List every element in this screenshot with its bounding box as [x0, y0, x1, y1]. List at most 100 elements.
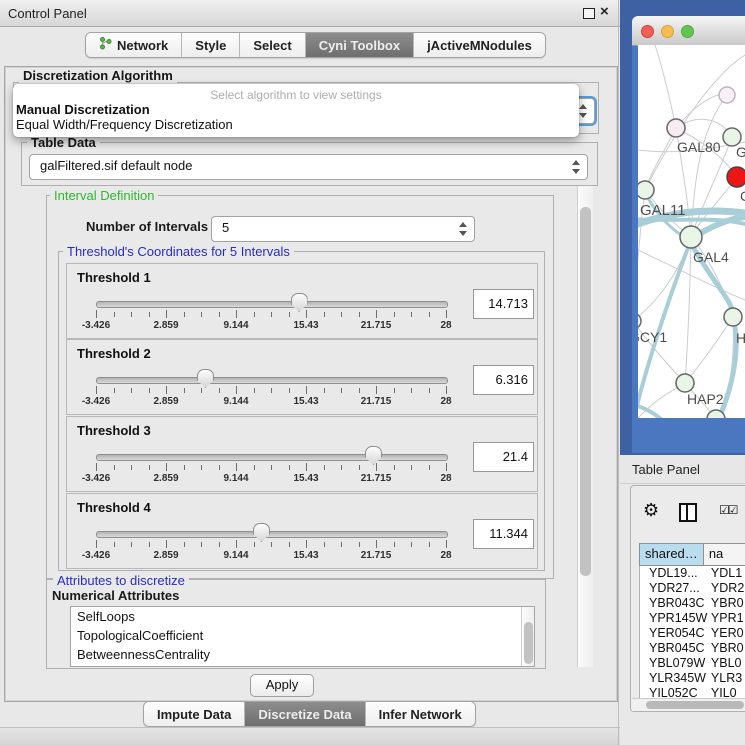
table-row[interactable]: YBR045CYBR0 [640, 641, 745, 656]
tick-mark [289, 465, 290, 470]
slider-track[interactable] [96, 377, 448, 384]
table-hscrollbar[interactable] [632, 698, 745, 711]
tick-label: 21.715 [351, 396, 401, 407]
table-row[interactable]: YER054CYER0 [640, 626, 745, 641]
table-row[interactable]: YBL079WYBL0 [640, 656, 745, 671]
tick-label: 28 [421, 473, 471, 484]
minimize-traffic-light-icon[interactable] [661, 25, 674, 38]
column-header-shared-name[interactable]: shared… [640, 544, 704, 565]
tick-mark [359, 542, 360, 547]
tick-mark [114, 465, 115, 470]
tick-label: 28 [421, 320, 471, 331]
tick-mark [429, 542, 430, 547]
table-row[interactable]: YDR27...YDR2 [640, 581, 745, 596]
network-node-h[interactable] [724, 308, 742, 326]
threshold-value-field[interactable]: 6.316 [473, 365, 534, 395]
threshold-value-field[interactable]: 14.713 [473, 289, 534, 319]
tab-infer-network[interactable]: Infer Network [366, 702, 475, 726]
combo-stepper-icon [458, 221, 467, 237]
tab-discretize-data[interactable]: Discretize Data [245, 702, 365, 726]
tick-label: 2.859 [141, 320, 191, 331]
slider-track[interactable] [96, 454, 448, 461]
tick-mark [131, 388, 132, 393]
network-node-gal11[interactable] [638, 181, 654, 199]
slider-thumb[interactable] [291, 293, 308, 312]
attributes-group: Attributes to discretize Numerical Attri… [46, 579, 546, 669]
number-of-intervals-value: 5 [212, 217, 474, 239]
number-of-intervals-combobox[interactable]: 5 [211, 216, 475, 242]
network-node-gal4[interactable] [680, 226, 702, 248]
network-node[interactable] [719, 87, 735, 103]
main-scrollbar-thumb[interactable] [580, 207, 591, 576]
list-item[interactable]: BetweennessCentrality [71, 645, 534, 664]
tab-jactivemnodules[interactable]: jActiveMNodules [414, 33, 545, 57]
column-header-name[interactable]: na [704, 544, 745, 565]
tab-style[interactable]: Style [182, 33, 240, 57]
table-data-label: Table Data [27, 135, 100, 150]
threshold-value-field[interactable]: 11.344 [473, 519, 534, 549]
list-scrollbar-thumb[interactable] [524, 622, 533, 664]
tick-label: 28 [421, 396, 471, 407]
table-data-combobox[interactable]: galFiltered.sif default node [29, 154, 588, 180]
table-panel: ⚙ ☑☑ shared… na YDL19...YDL1YDR27...YDR2… [630, 485, 745, 712]
table-body[interactable]: YDL19...YDL1YDR27...YDR2YBR043CYBR0YPR14… [639, 566, 745, 699]
slider-track[interactable] [96, 531, 448, 538]
slider-thumb[interactable] [197, 369, 214, 388]
dropdown-option-manual[interactable]: Manual Discretization [13, 102, 579, 117]
network-node-gal80[interactable] [667, 119, 685, 137]
threshold-label: Threshold 1 [77, 270, 151, 285]
tick-mark [324, 388, 325, 393]
tick-mark [394, 388, 395, 393]
close-traffic-light-icon[interactable] [641, 25, 654, 38]
network-canvas[interactable]: GAL80GCGAL11GAL4HGCY1HAP2 [638, 45, 745, 418]
tick-mark [254, 388, 255, 393]
tick-mark [306, 310, 307, 318]
tab-network[interactable]: Network [86, 33, 182, 57]
tick-mark [96, 463, 97, 471]
tab-select[interactable]: Select [240, 33, 305, 57]
list-scrollbar[interactable] [521, 607, 534, 666]
window-bottom-strip [0, 727, 620, 745]
network-node-c[interactable] [727, 167, 745, 187]
combo-stepper-icon [571, 159, 580, 175]
table-hscrollbar-thumb[interactable] [646, 701, 744, 709]
node-label: C [740, 188, 745, 204]
gear-icon[interactable]: ⚙ [643, 500, 659, 521]
list-item[interactable]: SelfLoops [71, 607, 534, 626]
tab-impute-data[interactable]: Impute Data [144, 702, 245, 726]
slider-thumb[interactable] [253, 523, 270, 542]
tick-label: 9.144 [211, 473, 261, 484]
main-scrollbar[interactable] [577, 186, 593, 667]
apply-button[interactable]: Apply [250, 674, 314, 697]
close-icon[interactable]: × [600, 3, 609, 20]
interval-definition-label: Interval Definition [50, 188, 158, 203]
top-tabbar: Network Style Select Cyni Toolbox jActiv… [0, 26, 620, 64]
table-row[interactable]: YLR345WYLR3 [640, 671, 745, 686]
threshold-panel: Threshold 3-3.4262.8599.14415.4321.71528… [66, 416, 538, 492]
slider-track[interactable] [96, 301, 448, 308]
tick-mark [446, 540, 447, 548]
cell-shared-name: YPR145W [640, 611, 711, 626]
table-row[interactable]: YBR043CYBR0 [640, 596, 745, 611]
tick-mark [114, 542, 115, 547]
tick-mark [324, 465, 325, 470]
tick-mark [131, 542, 132, 547]
table-row[interactable]: YPR145WYPR1 [640, 611, 745, 626]
list-item[interactable]: TopologicalCoefficient [71, 626, 534, 645]
table-row[interactable]: YDL19...YDL1 [640, 566, 745, 581]
tick-mark [219, 312, 220, 317]
select-columns-checkboxes-icon[interactable]: ☑☑ [719, 503, 737, 517]
dropdown-option-equal-width[interactable]: Equal Width/Frequency Discretization [13, 117, 579, 132]
table-panel-titlebar: Table Panel [620, 455, 745, 484]
float-window-icon[interactable] [583, 8, 595, 19]
threshold-value-field[interactable]: 21.4 [473, 442, 534, 472]
cell-name: YER0 [711, 626, 745, 641]
tick-mark [96, 310, 97, 318]
tab-cyni-toolbox[interactable]: Cyni Toolbox [306, 33, 414, 57]
columns-icon[interactable] [679, 503, 697, 522]
zoom-traffic-light-icon[interactable] [681, 25, 694, 38]
node-label: GAL4 [693, 249, 729, 265]
slider-thumb[interactable] [365, 446, 382, 465]
numerical-attributes-list[interactable]: SelfLoopsTopologicalCoefficientBetweenne… [70, 606, 535, 667]
network-node-hap2[interactable] [676, 374, 694, 392]
